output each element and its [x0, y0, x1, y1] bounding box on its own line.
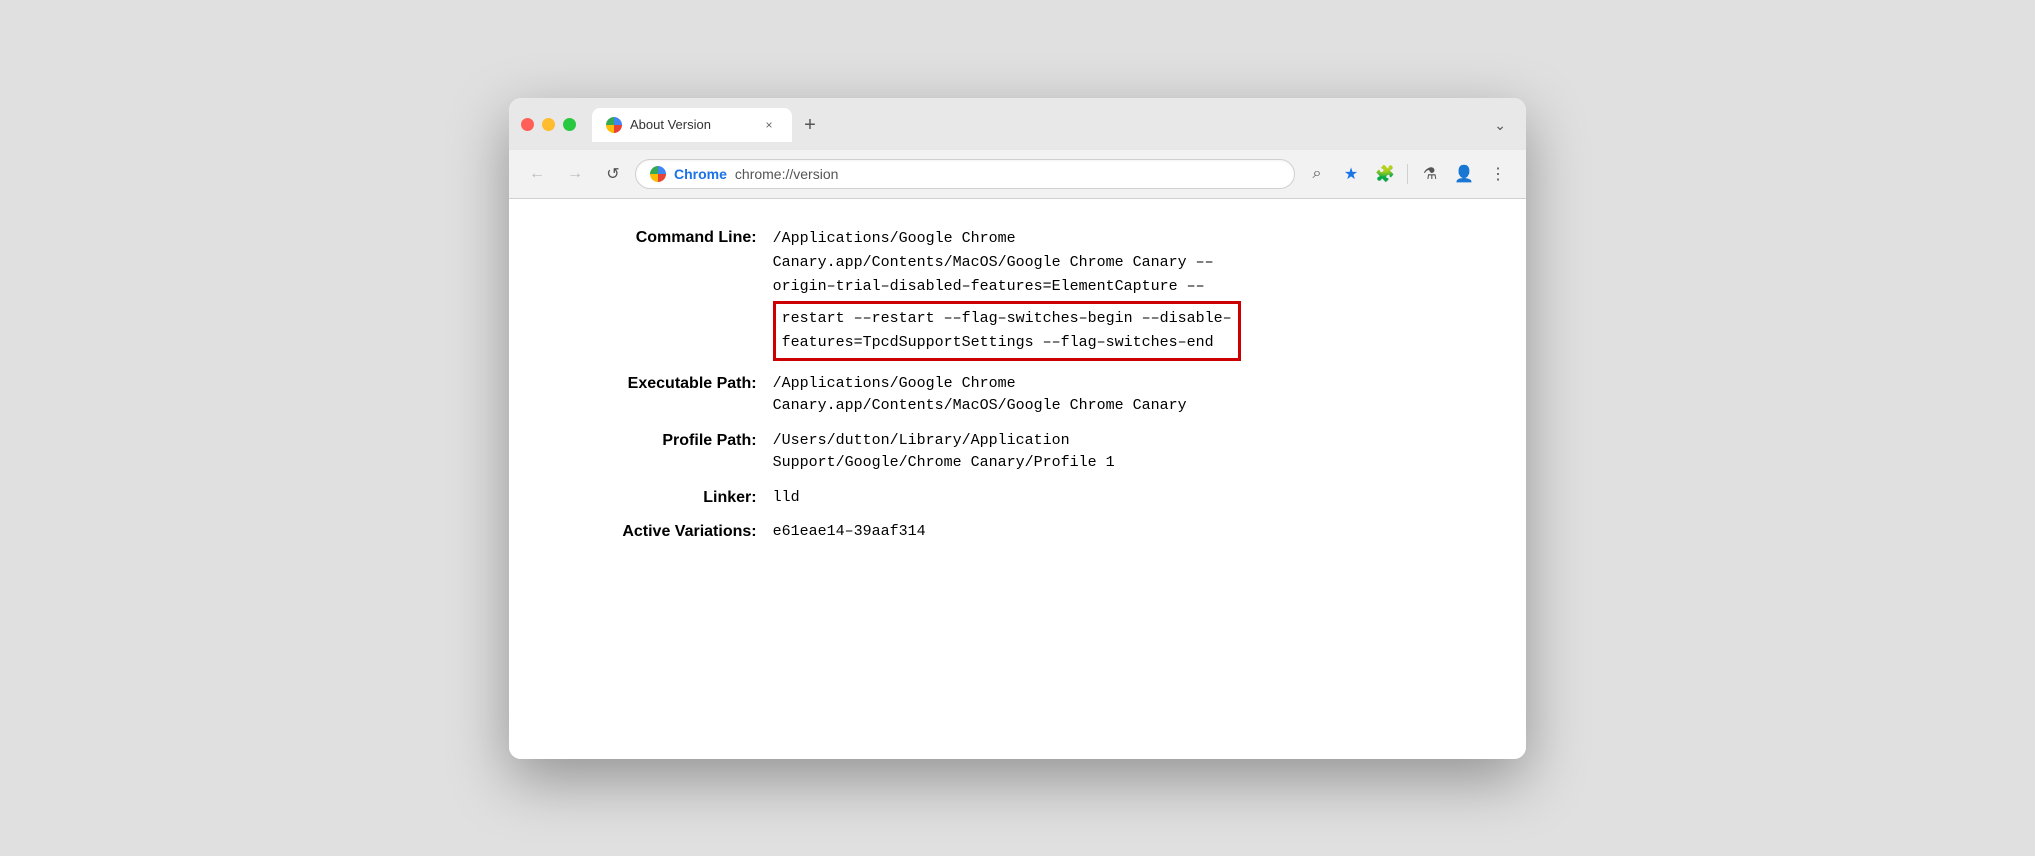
- profile-path-value: /Users/dutton/Library/Application Suppor…: [773, 430, 1494, 487]
- command-line-text-1: /Applications/Google Chrome: [773, 227, 1494, 251]
- executable-path-value: /Applications/Google Chrome Canary.app/C…: [773, 373, 1494, 430]
- title-bar: About Version × + ⌄: [509, 98, 1526, 150]
- tab-bar: About Version × + ⌄: [592, 108, 1514, 142]
- command-line-highlighted: restart ––restart ––flag–switches–begin …: [773, 301, 1241, 361]
- active-variations-value: e61eae14–39aaf314: [773, 521, 1494, 556]
- linker-row: Linker: lld: [541, 487, 1494, 522]
- window-controls: [521, 118, 576, 131]
- browser-window: About Version × + ⌄ ← → ↺ Chrome chrome:…: [509, 98, 1526, 759]
- page-content: Command Line: /Applications/Google Chrom…: [509, 199, 1526, 759]
- profile-path-row: Profile Path: /Users/dutton/Library/Appl…: [541, 430, 1494, 487]
- profile-button[interactable]: 👤: [1448, 158, 1480, 190]
- executable-path-line1: /Applications/Google Chrome: [773, 373, 1494, 396]
- extensions-button[interactable]: 🧩: [1369, 158, 1401, 190]
- address-brand: Chrome: [674, 166, 727, 182]
- info-table: Command Line: /Applications/Google Chrom…: [541, 227, 1494, 556]
- minimize-button[interactable]: [542, 118, 555, 131]
- executable-path-line2: Canary.app/Contents/MacOS/Google Chrome …: [773, 395, 1494, 418]
- lab-button[interactable]: ⚗: [1414, 158, 1446, 190]
- address-favicon-icon: [650, 166, 666, 182]
- tab-favicon-icon: [606, 117, 622, 133]
- profile-path-line2: Support/Google/Chrome Canary/Profile 1: [773, 452, 1494, 475]
- command-line-row: Command Line: /Applications/Google Chrom…: [541, 227, 1494, 373]
- command-line-value: /Applications/Google Chrome Canary.app/C…: [773, 227, 1494, 373]
- linker-value: lld: [773, 487, 1494, 522]
- maximize-button[interactable]: [563, 118, 576, 131]
- executable-path-label: Executable Path:: [541, 373, 773, 430]
- active-variations-label: Active Variations:: [541, 521, 773, 556]
- tab-list-button[interactable]: ⌄: [1486, 113, 1514, 138]
- active-variations-row: Active Variations: e61eae14–39aaf314: [541, 521, 1494, 556]
- profile-path-line1: /Users/dutton/Library/Application: [773, 430, 1494, 453]
- executable-path-row: Executable Path: /Applications/Google Ch…: [541, 373, 1494, 430]
- forward-button[interactable]: →: [559, 158, 591, 190]
- nav-divider: [1407, 164, 1408, 184]
- menu-button[interactable]: ⋮: [1482, 158, 1514, 190]
- command-line-highlight-1: restart ––restart ––flag–switches–begin …: [782, 307, 1232, 331]
- refresh-button[interactable]: ↺: [597, 158, 629, 190]
- command-line-text-3: origin–trial–disabled–features=ElementCa…: [773, 275, 1494, 299]
- tab-close-button[interactable]: ×: [760, 116, 778, 134]
- command-line-label: Command Line:: [541, 227, 773, 373]
- linker-label: Linker:: [541, 487, 773, 522]
- new-tab-button[interactable]: +: [796, 112, 824, 140]
- close-button[interactable]: [521, 118, 534, 131]
- bookmark-button[interactable]: ★: [1335, 158, 1367, 190]
- navigation-bar: ← → ↺ Chrome chrome://version ⌕ ★ 🧩 ⚗ 👤 …: [509, 150, 1526, 199]
- search-button[interactable]: ⌕: [1301, 158, 1333, 190]
- profile-path-label: Profile Path:: [541, 430, 773, 487]
- back-button[interactable]: ←: [521, 158, 553, 190]
- address-url: chrome://version: [735, 166, 838, 182]
- command-line-text-2: Canary.app/Contents/MacOS/Google Chrome …: [773, 251, 1494, 275]
- tab-title: About Version: [630, 117, 752, 132]
- command-line-highlight-2: features=TpcdSupportSettings ––flag–swit…: [782, 331, 1232, 355]
- active-tab[interactable]: About Version ×: [592, 108, 792, 142]
- nav-actions: ⌕ ★ 🧩 ⚗ 👤 ⋮: [1301, 158, 1514, 190]
- address-bar[interactable]: Chrome chrome://version: [635, 159, 1295, 189]
